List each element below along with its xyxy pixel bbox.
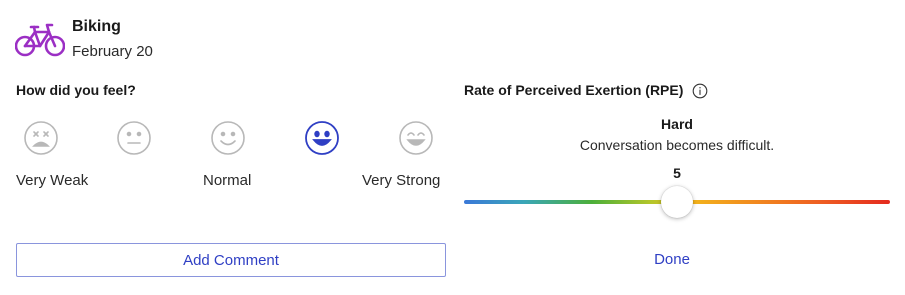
feel-heading: How did you feel? — [16, 82, 136, 98]
add-comment-button[interactable]: Add Comment — [16, 243, 446, 277]
rpe-slider-thumb[interactable] — [661, 186, 693, 218]
rpe-value: 5 — [673, 165, 681, 181]
activity-title: Biking — [72, 18, 121, 35]
face-very-weak-icon — [24, 121, 58, 155]
face-normal-icon — [211, 121, 245, 155]
rpe-description: Conversation becomes difficult. — [579, 137, 775, 153]
info-icon[interactable] — [692, 83, 708, 99]
feel-label-very-weak: Very Weak — [16, 172, 89, 189]
face-strong-icon — [305, 121, 339, 155]
feel-option-weak[interactable] — [115, 119, 153, 157]
bicycle-icon — [14, 22, 66, 58]
face-very-strong-icon — [399, 121, 433, 155]
feel-option-normal[interactable] — [209, 119, 247, 157]
feel-label-very-strong: Very Strong — [362, 172, 441, 189]
done-button[interactable]: Done — [640, 251, 704, 273]
feel-option-very-weak[interactable] — [22, 119, 60, 157]
feel-option-strong[interactable] — [303, 119, 341, 157]
face-weak-icon — [117, 121, 151, 155]
feel-option-very-strong[interactable] — [397, 119, 435, 157]
feel-label-normal: Normal — [203, 172, 252, 189]
rpe-level-label: Hard — [661, 116, 693, 132]
activity-date: February 20 — [72, 43, 153, 60]
rpe-heading: Rate of Perceived Exertion (RPE) — [464, 82, 684, 98]
